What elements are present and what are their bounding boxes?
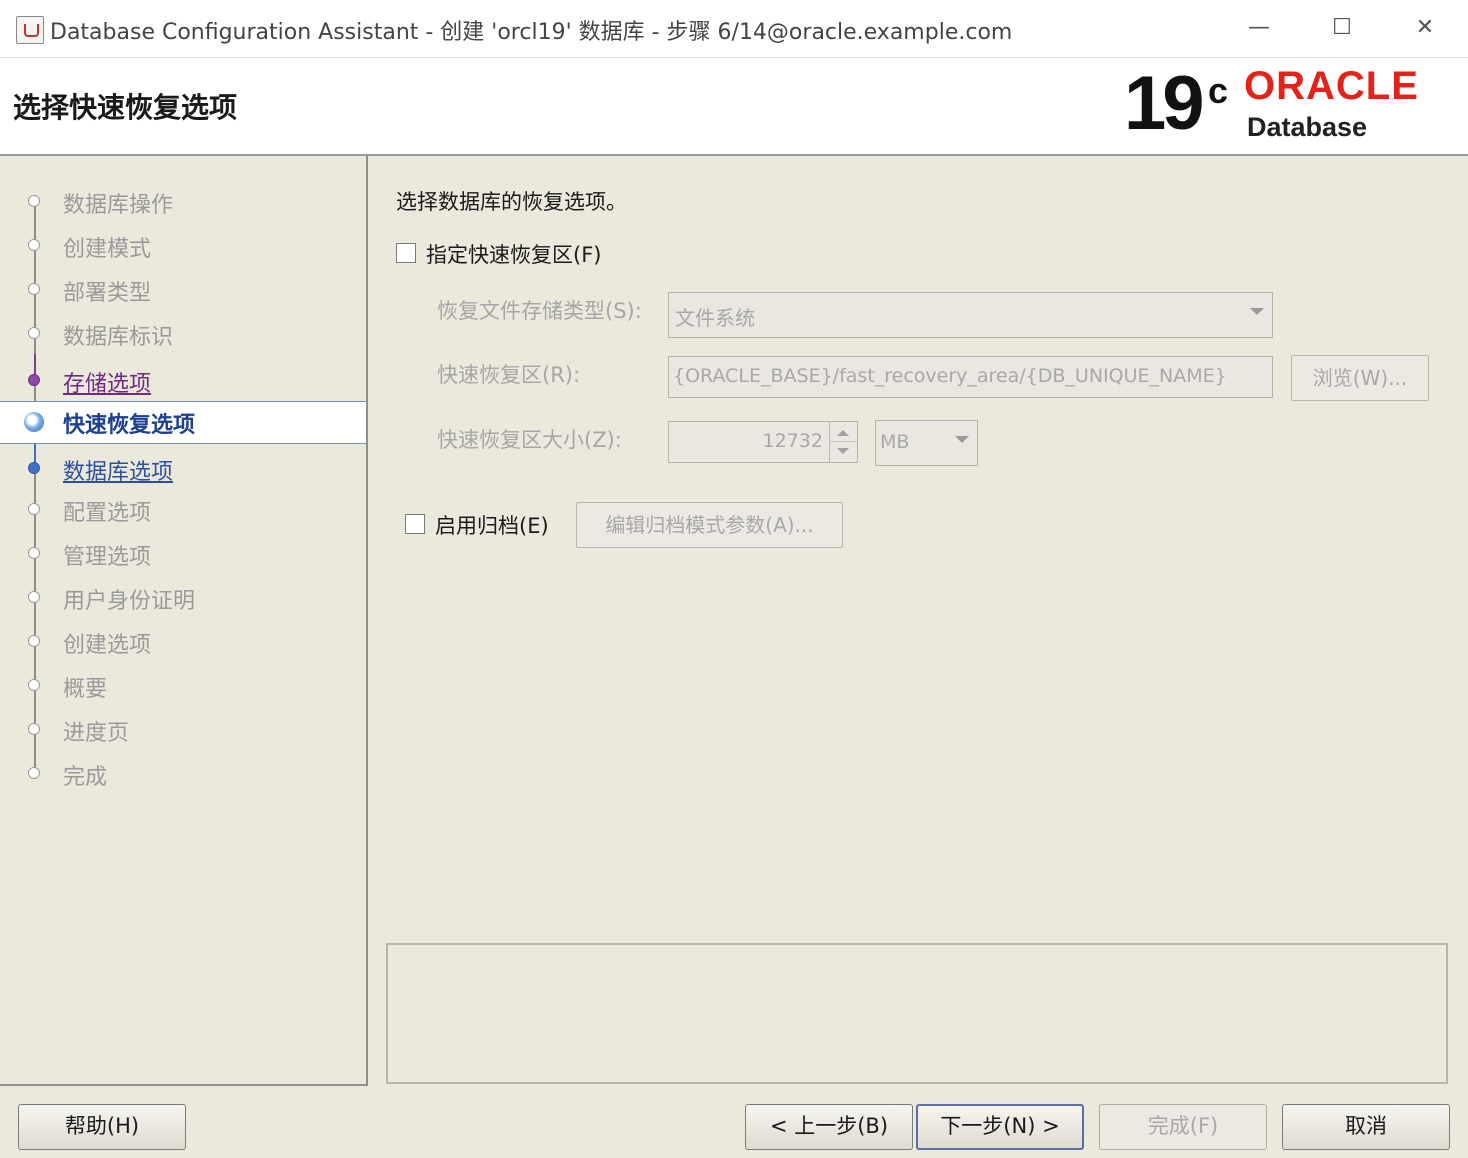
enable-archiving-label[interactable]: 启用归档(E) — [435, 510, 549, 540]
step-dot-icon — [28, 723, 40, 735]
step-dot-icon — [28, 462, 40, 474]
step-dot-icon — [28, 591, 40, 603]
maximize-icon[interactable]: ☐ — [1319, 10, 1365, 46]
nav-step-creation-mode: 创建模式 — [0, 227, 366, 263]
step-dot-icon — [28, 635, 40, 647]
nav-step-configuration-options: 配置选项 — [0, 491, 366, 527]
nav-step-storage-option[interactable]: 存储选项 — [0, 362, 366, 398]
storage-type-value: 文件系统 — [675, 306, 755, 330]
step-dot-icon — [28, 327, 40, 339]
page-title: 选择快速恢复选项 — [13, 91, 238, 124]
fra-size-unit-select[interactable]: MB — [875, 420, 978, 466]
fast-recovery-area-checkbox[interactable] — [396, 243, 416, 263]
window-title: Database Configuration Assistant - 创建 'o… — [50, 20, 1013, 45]
nav-step-user-credentials: 用户身份证明 — [0, 579, 366, 615]
nav-step-database-operation: 数据库操作 — [0, 183, 366, 219]
java-app-icon — [16, 16, 44, 44]
cancel-button[interactable]: 取消 — [1282, 1104, 1450, 1150]
fra-size-value: 12732 — [762, 430, 823, 452]
nav-step-summary: 概要 — [0, 667, 366, 703]
edit-archive-params-button[interactable]: 编辑归档模式参数(A)... — [576, 502, 843, 548]
nav-step-fast-recovery-current: 快速恢复选项 — [0, 401, 366, 444]
next-button[interactable]: 下一步(N) > — [916, 1104, 1084, 1150]
message-area — [386, 943, 1448, 1084]
step-dot-icon — [28, 283, 40, 295]
step-dot-icon — [28, 374, 40, 386]
fra-size-label: 快速恢复区大小(Z): — [437, 428, 622, 452]
chevron-down-icon — [955, 436, 969, 443]
logo-version-sup: c — [1208, 70, 1229, 111]
step-dot-icon — [28, 679, 40, 691]
nav-step-database-identification: 数据库标识 — [0, 315, 366, 351]
fra-location-label: 快速恢复区(R): — [437, 363, 581, 387]
fra-location-input[interactable]: {ORACLE_BASE}/fast_recovery_area/{DB_UNI… — [668, 356, 1273, 398]
fast-recovery-area-label[interactable]: 指定快速恢复区(F) — [426, 239, 601, 269]
oracle-logo: ORACLE — [1244, 64, 1419, 108]
step-dot-icon — [28, 503, 40, 515]
minimize-icon[interactable]: — — [1236, 10, 1282, 46]
back-button[interactable]: < 上一步(B) — [745, 1104, 913, 1150]
chevron-down-icon — [1250, 308, 1264, 315]
size-spinner[interactable] — [829, 422, 857, 462]
storage-type-select[interactable]: 文件系统 — [668, 292, 1273, 338]
nav-step-deployment-type: 部署类型 — [0, 271, 366, 307]
close-icon[interactable]: ✕ — [1402, 10, 1448, 46]
logo-product: Database — [1247, 112, 1368, 142]
browse-button[interactable]: 浏览(W)... — [1291, 355, 1429, 401]
intro-text: 选择数据库的恢复选项。 — [396, 190, 627, 214]
enable-archiving-checkbox[interactable] — [405, 514, 425, 534]
nav-step-database-options[interactable]: 数据库选项 — [0, 450, 366, 486]
nav-step-management-options: 管理选项 — [0, 535, 366, 571]
nav-step-finish: 完成 — [0, 755, 366, 791]
help-button[interactable]: 帮助(H) — [18, 1104, 186, 1150]
finish-button[interactable]: 完成(F) — [1099, 1104, 1267, 1150]
step-dot-icon — [28, 239, 40, 251]
fra-size-unit-value: MB — [880, 431, 910, 453]
logo-version: 19 — [1124, 61, 1205, 146]
step-dot-icon — [28, 547, 40, 559]
spinner-down-icon[interactable] — [837, 448, 849, 454]
storage-type-label: 恢复文件存储类型(S): — [437, 299, 642, 323]
nav-step-progress: 进度页 — [0, 711, 366, 747]
nav-step-creation-option: 创建选项 — [0, 623, 366, 659]
step-dot-icon — [28, 195, 40, 207]
current-step-icon — [24, 412, 44, 432]
fra-size-input[interactable]: 12732 — [668, 421, 858, 463]
spinner-up-icon[interactable] — [837, 430, 849, 436]
step-dot-icon — [28, 767, 40, 779]
